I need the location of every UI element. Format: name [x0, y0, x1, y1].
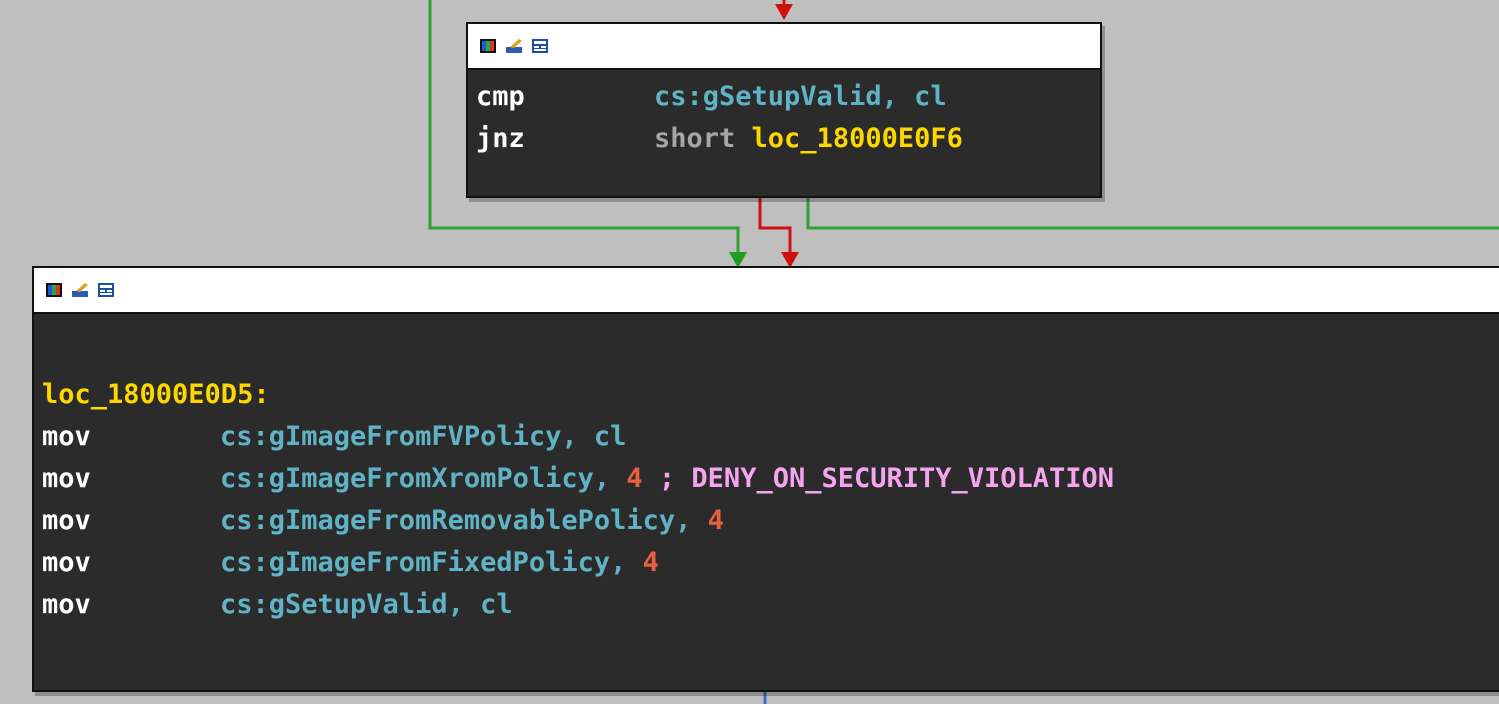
- operand-immediate: 4: [707, 505, 724, 536]
- color-palette-icon[interactable]: [480, 39, 496, 53]
- node-code: cmp cs:gSetupValid, cl jnz short loc_18000…: [468, 70, 1100, 160]
- rename-icon[interactable]: [72, 283, 88, 297]
- operand-keyword: short: [654, 123, 752, 154]
- instruction-line[interactable]: mov cs:gImageFromFixedPolicy, 4: [42, 542, 1499, 584]
- color-palette-icon[interactable]: [46, 283, 62, 297]
- rename-icon[interactable]: [506, 39, 522, 53]
- instruction-line[interactable]: mov cs:gImageFromFVPolicy, cl: [42, 416, 1499, 458]
- instruction-line[interactable]: mov cs:gSetupValid, cl: [42, 584, 1499, 626]
- separator: ,: [561, 421, 594, 452]
- operand-immediate: 4: [642, 547, 659, 578]
- mnemonic: mov: [42, 589, 91, 620]
- node-code: loc_18000E0D5: mov cs:gImageFromFVPolicy,…: [34, 314, 1499, 626]
- separator: ,: [881, 81, 915, 112]
- edge-false-down: [758, 196, 792, 258]
- code-block-top[interactable]: cmp cs:gSetupValid, cl jnz short loc_18000…: [466, 22, 1102, 198]
- edge-true-right: [806, 196, 1499, 230]
- operand[interactable]: cs:gImageFromFixedPolicy: [220, 542, 610, 584]
- operand[interactable]: cs:gImageFromFVPolicy: [220, 416, 561, 458]
- code-block-bottom[interactable]: loc_18000E0D5: mov cs:gImageFromFVPolicy,…: [32, 266, 1499, 692]
- mnemonic: mov: [42, 547, 91, 578]
- separator: ,: [675, 505, 708, 536]
- instruction-line[interactable]: cmp cs:gSetupValid, cl: [476, 76, 1100, 118]
- mnemonic: jnz: [476, 123, 525, 154]
- instruction-line[interactable]: jnz short loc_18000E0F6: [476, 118, 1100, 160]
- operand-register[interactable]: cl: [480, 584, 513, 626]
- operand[interactable]: cs:gImageFromRemovablePolicy: [220, 500, 675, 542]
- separator: ,: [593, 463, 627, 494]
- jump-target-label[interactable]: loc_18000E0F6: [752, 118, 963, 160]
- operand-register[interactable]: cl: [594, 416, 627, 458]
- operand[interactable]: cs:gSetupValid: [654, 76, 882, 118]
- mnemonic: mov: [42, 505, 91, 536]
- instruction-line[interactable]: mov cs:gImageFromXromPolicy, 4 ; DENY_ON_…: [42, 458, 1499, 500]
- graph-view-icon[interactable]: [98, 283, 114, 297]
- node-header: [34, 268, 1499, 314]
- mnemonic: mov: [42, 421, 91, 452]
- operand[interactable]: cs:gSetupValid: [220, 584, 448, 626]
- mnemonic: mov: [42, 463, 91, 494]
- operand[interactable]: cs:gImageFromXromPolicy: [220, 458, 594, 500]
- arrow-head-red-top: [775, 4, 793, 20]
- mnemonic: cmp: [476, 81, 525, 112]
- graph-view-icon[interactable]: [532, 39, 548, 53]
- operand-register[interactable]: cl: [914, 76, 947, 118]
- node-header: [468, 24, 1100, 70]
- code-comment: ; DENY_ON_SECURITY_VIOLATION: [642, 463, 1115, 494]
- instruction-line[interactable]: mov cs:gImageFromRemovablePolicy, 4: [42, 500, 1499, 542]
- code-label[interactable]: loc_18000E0D5:: [42, 374, 1499, 416]
- operand-immediate: 4: [626, 463, 643, 494]
- separator: ,: [610, 547, 643, 578]
- separator: ,: [447, 589, 481, 620]
